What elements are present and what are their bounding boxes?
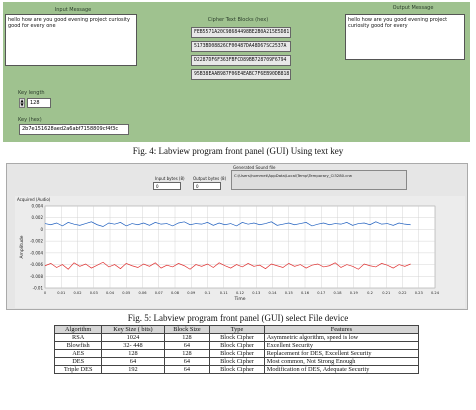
algorithm-comparison-table: Algorithm Key Size ( bits) Block Size Ty… (53, 325, 420, 374)
x-tick-label: 0.22 (398, 291, 406, 295)
table-header-row: Algorithm Key Size ( bits) Block Size Ty… (53, 325, 420, 334)
cell-type: Block Cipher (209, 357, 265, 366)
cell-block-size: 64 (163, 341, 211, 350)
header-algorithm: Algorithm (53, 325, 103, 334)
x-tick-label: 0.17 (317, 291, 325, 295)
y-axis-label: Amplitude (19, 235, 25, 258)
chart-title: Acquired (Audio) (17, 197, 51, 202)
header-block-size: Block Size (163, 325, 211, 334)
cell-features: Modification of DES, Adequate Security (263, 365, 420, 374)
y-tick-label: 0.004 (32, 204, 44, 209)
x-tick-label: 0.12 (236, 291, 244, 295)
x-axis-label: Time (233, 296, 245, 302)
audio-waveform-chart: Acquired (Audio) 0.004 0.002 0 -0.002 -0.004 -… (15, 196, 465, 308)
table-row: Triple DES 192 64 Block Cipher Modificat… (53, 365, 420, 374)
output-message-field[interactable]: hello how are you good evening project c… (345, 14, 465, 60)
y-tick-label: -0.008 (30, 274, 43, 279)
cell-type: Block Cipher (209, 333, 265, 342)
cipher-block[interactable]: D2287DF6F363FBFCD89BB728709F6794 (191, 55, 291, 66)
cell-key-size: 128 (101, 349, 165, 358)
x-tick-label: 0.2 (367, 291, 373, 295)
figure-5-caption: Fig. 5: Labview program front panel (GUI… (127, 313, 349, 323)
cell-features: Excellent Security (263, 341, 420, 350)
x-tick-label: 0.21 (382, 291, 390, 295)
cell-type: Block Cipher (209, 349, 265, 358)
cell-algorithm: Triple DES (53, 365, 103, 374)
cell-type: Block Cipher (209, 341, 265, 350)
y-tick-label: 0.002 (32, 215, 44, 220)
key-field[interactable]: 2b7e151628aed2a6abf7158809cf4f3c (19, 124, 129, 135)
cell-block-size: 64 (163, 365, 211, 374)
input-bytes-field[interactable]: 0 (153, 182, 181, 190)
x-tick-label: 0.04 (106, 291, 115, 295)
cell-block-size: 128 (163, 349, 211, 358)
y-tick-label: -0.01 (33, 286, 44, 291)
figure-4-caption: Fig. 4: Labview program front panel (GUI… (132, 146, 344, 156)
x-tick-label: 0.19 (350, 291, 359, 295)
text-key-front-panel: Input Message hello how are you good eve… (3, 2, 470, 142)
y-tick-label: -0.002 (30, 239, 43, 244)
header-type: Type (209, 325, 265, 334)
cell-block-size: 128 (163, 333, 211, 342)
cipher-blocks-array: FEB5571A20C98684498BE2B0A215E5D81 5173BD… (191, 27, 291, 80)
input-bytes-label: Input bytes (8) (155, 176, 185, 181)
table-row: RSA 1024 128 Block Cipher Asymmetric alg… (53, 333, 420, 342)
cell-algorithm: Blowfish (53, 341, 103, 350)
cell-algorithm: RSA (53, 333, 103, 342)
cipher-block[interactable]: FEB5571A20C98684498BE2B0A215E5D81 (191, 27, 291, 38)
x-tick-label: 0.14 (268, 291, 277, 295)
x-tick-label: 0.18 (333, 291, 342, 295)
x-tick-label: 0.24 (431, 291, 440, 295)
table-row: Blowfish 32- 448 64 Block Cipher Excelle… (53, 341, 420, 350)
x-tick-label: 0.07 (155, 291, 163, 295)
cipher-block[interactable]: 5173BD08826CF00487DA48D67SC2537A (191, 41, 291, 52)
output-bytes-field[interactable]: 0 (193, 182, 221, 190)
file-device-front-panel: Input bytes (8) 0 Output bytes (8) 0 Gen… (6, 163, 468, 310)
cell-key-size: 32- 448 (101, 341, 165, 350)
x-tick-label: 0.16 (301, 291, 310, 295)
cell-algorithm: AES (53, 349, 103, 358)
x-tick-label: 0 (44, 291, 47, 295)
table-row: AES 128 128 Block Cipher Replacement for… (53, 349, 420, 358)
y-tick-label: 0 (40, 227, 43, 232)
cipher-blocks-label: Cipher Text Blocks (hex) (207, 17, 269, 23)
x-tick-label: 0.05 (122, 291, 130, 295)
input-message-label: Input Message (54, 7, 92, 13)
key-length-field[interactable]: 128 (27, 98, 51, 108)
cell-key-size: 64 (101, 357, 165, 366)
y-tick-label: -0.006 (30, 262, 43, 267)
cell-features: Asymmetric algorithm, speed is low (263, 333, 420, 342)
x-tick-label: 0.09 (187, 291, 196, 295)
output-bytes-label: Output bytes (8) (193, 176, 227, 181)
cipher-block[interactable]: 95B38EAAB987F06E4EABC7F6EB90DB818 (191, 69, 291, 80)
key-length-label: Key length (18, 90, 45, 96)
cell-type: Block Cipher (209, 365, 265, 374)
x-tick-label: 0.02 (73, 291, 81, 295)
key-length-spinner[interactable]: ▲ ▼ (19, 98, 25, 108)
x-tick-label: 0.03 (90, 291, 98, 295)
x-tick-label: 0.1 (205, 291, 211, 295)
cell-algorithm: DES (53, 357, 103, 366)
x-tick-label: 0.23 (415, 291, 423, 295)
waveform-svg: Acquired (Audio) 0.004 0.002 0 -0.002 -0.004 -… (17, 197, 440, 302)
cell-features: Most common, Not Strong Enough (263, 357, 420, 366)
x-tick-label: 0.15 (285, 291, 293, 295)
header-features: Features (263, 325, 420, 334)
x-tick-label: 0.13 (252, 291, 260, 295)
x-tick-label: 0.01 (57, 291, 65, 295)
header-key-size: Key Size ( bits) (101, 325, 165, 334)
x-tick-label: 0.06 (138, 291, 147, 295)
cell-features: Replacement for DES, Excellent Security (263, 349, 420, 358)
y-tick-label: -0.004 (30, 250, 43, 255)
sound-file-path[interactable]: C:\Users\hommet\AppData\Local\Temp\Tempo… (231, 170, 407, 190)
input-message-field[interactable]: hello how are you good evening project c… (5, 14, 137, 66)
x-tick-label: 0.11 (220, 291, 228, 295)
output-message-label: Output Message (392, 5, 434, 11)
x-tick-label: 0.08 (171, 291, 180, 295)
cell-block-size: 64 (163, 357, 211, 366)
cell-key-size: 192 (101, 365, 165, 374)
key-label: Key (hex) (18, 117, 42, 123)
table-row: DES 64 64 Block Cipher Most common, Not … (53, 357, 420, 366)
cell-key-size: 1024 (101, 333, 165, 342)
